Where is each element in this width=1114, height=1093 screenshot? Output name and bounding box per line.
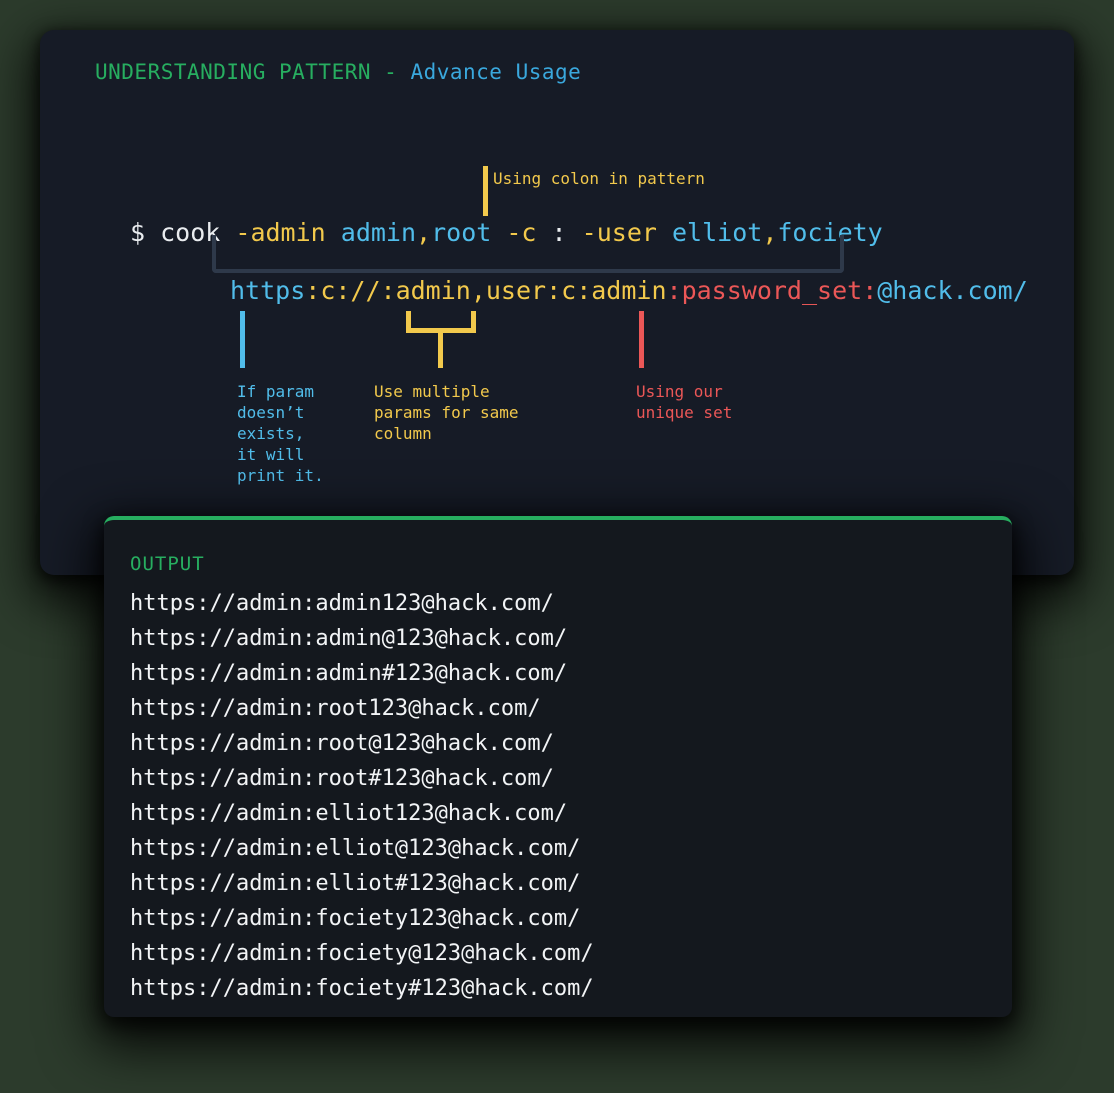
output-line: https://admin:fociety123@hack.com/ — [130, 906, 581, 931]
output-label: OUTPUT — [130, 553, 205, 575]
colon-callout-marker — [483, 166, 488, 216]
pattern-password-set: password_set — [681, 276, 863, 305]
annotation-text-red: Using our unique set — [636, 382, 733, 422]
colon-callout-label: Using colon in pattern — [493, 169, 705, 188]
output-line: https://admin:root123@hack.com/ — [130, 696, 541, 721]
terminal-card: UNDERSTANDING PATTERN - Advance Usage Us… — [40, 30, 1074, 575]
output-line: https://admin:admin@123@hack.com/ — [130, 626, 568, 651]
page-title: UNDERSTANDING PATTERN - Advance Usage — [95, 60, 581, 84]
output-panel: OUTPUT https://admin:admin123@hack.com/h… — [104, 516, 1012, 1017]
annotation-marker-red — [639, 311, 644, 368]
output-line-list: https://admin:admin123@hack.com/https://… — [130, 586, 990, 1006]
output-line: https://admin:root#123@hack.com/ — [130, 766, 554, 791]
title-subtitle: Advance Usage — [410, 60, 582, 84]
shell-prompt: $ — [130, 218, 161, 247]
annotation-text-blue: If param doesn’t exists, it will print i… — [237, 382, 324, 485]
output-line: https://admin:elliot#123@hack.com/ — [130, 871, 581, 896]
output-line: https://admin:root@123@hack.com/ — [130, 731, 554, 756]
pattern-host: @hack.com/ — [877, 276, 1028, 305]
output-line: https://admin:elliot@123@hack.com/ — [130, 836, 581, 861]
output-line: https://admin:admin#123@hack.com/ — [130, 661, 568, 686]
pattern-middle: :c://:admin,user:c:admin — [305, 276, 667, 305]
pattern-colon-1: : — [666, 276, 682, 305]
annotation-marker-yellow — [406, 311, 476, 333]
title-main: UNDERSTANDING PATTERN — [95, 60, 372, 84]
output-line: https://admin:fociety@123@hack.com/ — [130, 941, 594, 966]
output-line: https://admin:admin123@hack.com/ — [130, 591, 554, 616]
title-dash: - — [371, 60, 411, 84]
annotation-marker-yellow-stem — [438, 333, 443, 368]
command-pattern-connector — [212, 235, 844, 273]
output-line: https://admin:elliot123@hack.com/ — [130, 801, 568, 826]
pattern-line: https:c://:admin,user:c:admin:password_s… — [230, 276, 1028, 305]
pattern-scheme: https — [230, 276, 306, 305]
output-line: https://admin:fociety#123@hack.com/ — [130, 976, 594, 1001]
pattern-colon-2: : — [862, 276, 878, 305]
annotation-text-yellow: Use multiple params for same column — [374, 382, 519, 443]
annotation-marker-blue — [240, 311, 245, 368]
